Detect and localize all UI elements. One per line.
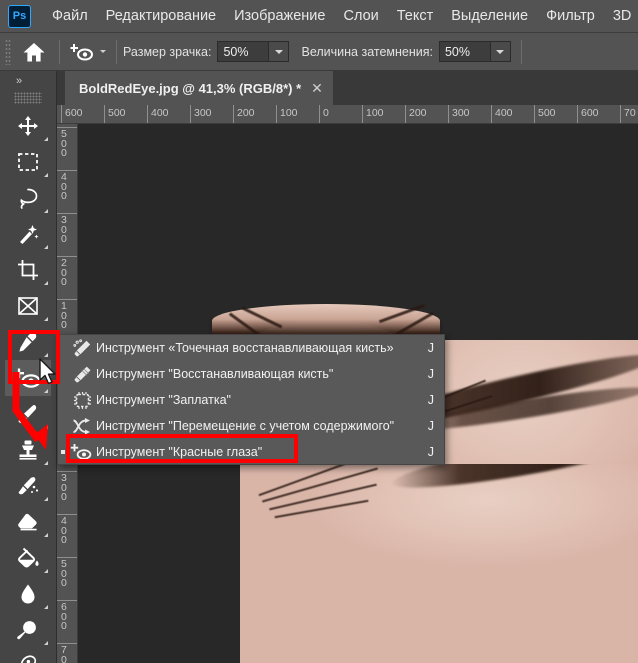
hruler-tick: 100 bbox=[366, 107, 384, 119]
darken-amount-input[interactable]: 50% bbox=[438, 41, 491, 62]
menu-text[interactable]: Текст bbox=[388, 4, 443, 28]
hruler-tick: 400 bbox=[495, 107, 513, 119]
flyout-label: Инструмент "Заплатка" bbox=[96, 393, 231, 407]
menu-image[interactable]: Изображение bbox=[225, 4, 334, 28]
tool-flyout-menu: Инструмент «Точечная восстанавливающая к… bbox=[57, 334, 445, 465]
hruler-tick: 200 bbox=[409, 107, 427, 119]
brush-tool[interactable] bbox=[5, 396, 51, 432]
hruler-tick: 300 bbox=[194, 107, 212, 119]
pupil-size-input[interactable]: 50% bbox=[217, 41, 270, 62]
darken-amount-dropdown[interactable] bbox=[490, 41, 511, 62]
tool-preset-picker[interactable] bbox=[66, 37, 110, 67]
flyout-healing-brush[interactable]: Инструмент "Восстанавливающая кисть" J bbox=[58, 361, 444, 387]
pupil-size-label: Размер зрачка: bbox=[123, 44, 212, 59]
dodge-tool[interactable] bbox=[5, 612, 51, 648]
chevron-down-icon[interactable] bbox=[100, 50, 106, 53]
spot-healing-brush-icon bbox=[68, 338, 96, 358]
healing-brush-icon bbox=[68, 365, 96, 384]
hruler-tick: 0 bbox=[323, 107, 329, 119]
hruler-tick: 600 bbox=[65, 107, 83, 119]
move-tool[interactable] bbox=[5, 108, 51, 144]
flyout-content-aware-move[interactable]: Инструмент "Перемещение с учетом содержи… bbox=[58, 413, 444, 439]
vruler-tick: 200 bbox=[61, 257, 67, 288]
vruler-tick: 400 bbox=[61, 171, 67, 202]
toolbar-expand-button[interactable]: » bbox=[0, 71, 56, 91]
hruler-tick: 400 bbox=[151, 107, 169, 119]
flyout-shortcut: J bbox=[427, 367, 434, 381]
hruler-tick: 500 bbox=[538, 107, 556, 119]
red-eye-icon bbox=[68, 443, 96, 462]
horizontal-ruler: 600 500 400 300 200 100 0 100 200 300 40… bbox=[57, 105, 638, 124]
vruler-tick: 300 bbox=[61, 472, 67, 503]
options-bar-grip[interactable] bbox=[5, 38, 11, 65]
flyout-shortcut: J bbox=[427, 445, 434, 459]
vruler-tick: 300 bbox=[61, 214, 67, 245]
eye-photo-main bbox=[240, 464, 638, 663]
vruler-tick: 100 bbox=[61, 300, 67, 331]
options-bar: Размер зрачка: 50% Величина затемнения: … bbox=[0, 33, 638, 71]
crop-tool[interactable] bbox=[5, 252, 51, 288]
close-icon[interactable]: ✕ bbox=[311, 81, 323, 95]
clone-stamp-tool[interactable] bbox=[5, 432, 51, 468]
red-eye-tool-icon bbox=[70, 43, 93, 60]
patch-icon bbox=[68, 391, 96, 410]
document-tab[interactable]: BoldRedEye.jpg @ 41,3% (RGB/8*) * ✕ bbox=[65, 71, 333, 105]
menu-edit[interactable]: Редактирование bbox=[97, 4, 225, 28]
eyedropper-tool[interactable] bbox=[5, 324, 51, 360]
flyout-red-eye[interactable]: Инструмент "Красные глаза" J bbox=[58, 439, 444, 465]
red-eye-tool[interactable] bbox=[5, 360, 51, 396]
flyout-label: Инструмент "Восстанавливающая кисть" bbox=[96, 367, 334, 381]
home-icon[interactable] bbox=[15, 36, 53, 68]
options-separator-3 bbox=[520, 39, 522, 64]
pen-tool[interactable] bbox=[5, 648, 51, 663]
options-separator-2 bbox=[116, 39, 117, 64]
menu-layers[interactable]: Слои bbox=[334, 4, 387, 28]
photoshop-window: Ps Файл Редактирование Изображение Слои … bbox=[0, 0, 638, 663]
hruler-tick: 300 bbox=[452, 107, 470, 119]
flyout-label: Инструмент «Точечная восстанавливающая к… bbox=[96, 341, 394, 355]
eraser-tool[interactable] bbox=[5, 504, 51, 540]
flyout-patch[interactable]: Инструмент "Заплатка" J bbox=[58, 387, 444, 413]
flyout-shortcut: J bbox=[427, 341, 434, 355]
vruler-tick: 600 bbox=[61, 601, 67, 632]
document-tab-title: BoldRedEye.jpg @ 41,3% (RGB/8*) * bbox=[79, 80, 302, 96]
frame-tool[interactable] bbox=[5, 288, 51, 324]
rectangular-marquee-tool[interactable] bbox=[5, 144, 51, 180]
hruler-tick: 200 bbox=[237, 107, 255, 119]
blur-tool[interactable] bbox=[5, 576, 51, 612]
flyout-shortcut: J bbox=[427, 419, 434, 433]
document-tab-strip: BoldRedEye.jpg @ 41,3% (RGB/8*) * ✕ bbox=[57, 71, 638, 105]
quick-selection-tool[interactable] bbox=[5, 216, 51, 252]
content-aware-move-icon bbox=[68, 417, 96, 436]
vruler-tick: 500 bbox=[61, 128, 67, 159]
gradient-tool[interactable] bbox=[5, 540, 51, 576]
menu-select[interactable]: Выделение bbox=[442, 4, 537, 28]
hruler-tick: 70 bbox=[624, 107, 636, 119]
menu-3d[interactable]: 3D bbox=[604, 4, 638, 28]
menu-filter[interactable]: Фильтр bbox=[537, 4, 604, 28]
toolbar-grip[interactable] bbox=[14, 92, 42, 104]
tools-panel: » bbox=[0, 71, 57, 663]
vruler-tick: 700 bbox=[61, 644, 67, 663]
darken-amount-label: Величина затемнения: bbox=[301, 44, 433, 59]
vruler-tick: 400 bbox=[61, 515, 67, 546]
hruler-tick: 500 bbox=[108, 107, 126, 119]
pupil-size-dropdown[interactable] bbox=[269, 41, 290, 62]
options-separator-1 bbox=[59, 39, 60, 64]
flyout-shortcut: J bbox=[427, 393, 434, 407]
vruler-tick: 500 bbox=[61, 558, 67, 589]
menu-bar: Ps Файл Редактирование Изображение Слои … bbox=[0, 0, 638, 33]
menu-file[interactable]: Файл bbox=[43, 4, 97, 28]
hruler-tick: 100 bbox=[280, 107, 298, 119]
flyout-label: Инструмент "Перемещение с учетом содержи… bbox=[96, 419, 395, 433]
flyout-spot-healing-brush[interactable]: Инструмент «Точечная восстанавливающая к… bbox=[58, 335, 444, 361]
active-tool-marker bbox=[61, 450, 65, 454]
lasso-tool[interactable] bbox=[5, 180, 51, 216]
history-brush-tool[interactable] bbox=[5, 468, 51, 504]
photoshop-logo-icon: Ps bbox=[8, 4, 31, 28]
flyout-label: Инструмент "Красные глаза" bbox=[96, 445, 263, 459]
hruler-tick: 600 bbox=[581, 107, 599, 119]
